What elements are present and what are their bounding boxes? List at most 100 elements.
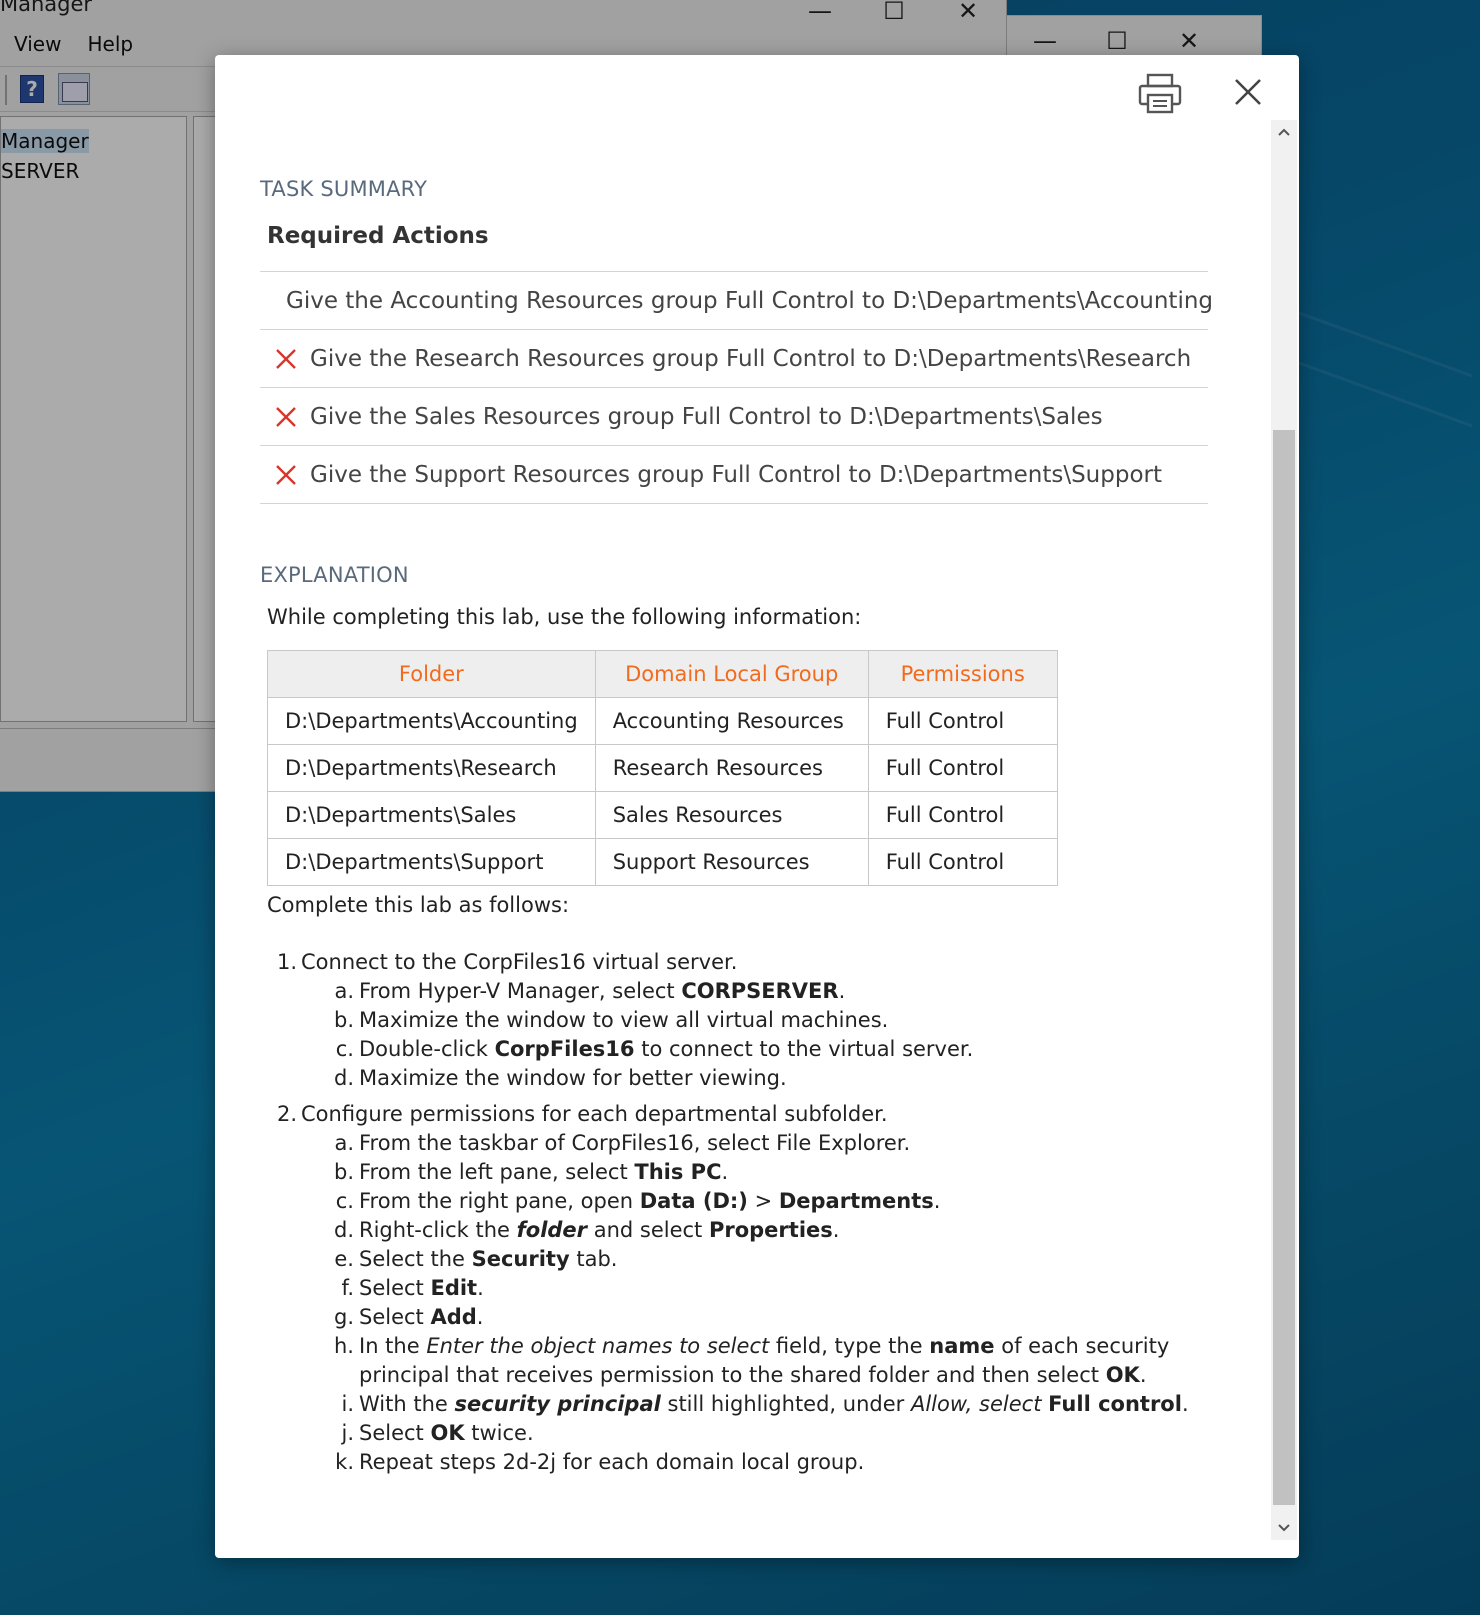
substep-text: From the taskbar of CorpFiles16, select … bbox=[359, 1131, 911, 1155]
substep: f. Select Edit. bbox=[301, 1274, 1189, 1303]
substep-bold: name bbox=[929, 1334, 995, 1358]
substep-letter: b. bbox=[334, 1008, 355, 1032]
substep-text: In the bbox=[359, 1334, 427, 1358]
substep-letter: k. bbox=[335, 1450, 354, 1474]
table-cell: Full Control bbox=[867, 838, 1058, 886]
substep: c. Double-click CorpFiles16 to connect to… bbox=[301, 1035, 1189, 1064]
substep-text: still highlighted, under bbox=[660, 1392, 911, 1416]
column-header: Domain Local Group bbox=[594, 650, 869, 698]
fail-x-icon bbox=[276, 348, 296, 369]
substep: d. Maximize the window for better viewing… bbox=[301, 1064, 1189, 1093]
action-row: Give the Support Resources group Full Co… bbox=[260, 446, 1208, 504]
substep: a. From the taskbar of CorpFiles16, selec… bbox=[301, 1129, 1189, 1158]
substep-letter: e. bbox=[334, 1247, 354, 1271]
substep-text: . bbox=[1139, 1363, 1147, 1387]
substep-italic: Allow, select bbox=[910, 1392, 1042, 1416]
substep-text: Repeat steps 2d-2j for each domain local… bbox=[359, 1450, 865, 1474]
required-actions-list: Give the Accounting Resources group Full… bbox=[260, 271, 1213, 504]
table-row: D:\Departments\Research Research Resourc… bbox=[267, 744, 1058, 792]
action-row: Give the Research Resources group Full C… bbox=[260, 330, 1208, 388]
substep-bold: Properties bbox=[708, 1218, 833, 1242]
steps-list: 1. Connect to the CorpFiles16 virtual se… bbox=[277, 948, 1189, 1477]
substep-italic: Enter the object names to select bbox=[426, 1334, 770, 1358]
substep-letter: d. bbox=[334, 1218, 355, 1242]
substep-text: . bbox=[1181, 1392, 1189, 1416]
substep-bold-italic: security principal bbox=[454, 1392, 661, 1416]
substep-text: Maximize the window for better viewing. bbox=[359, 1066, 787, 1090]
substep-letter: i. bbox=[341, 1392, 354, 1416]
substep-letter: f. bbox=[341, 1276, 354, 1300]
print-icon[interactable] bbox=[1135, 71, 1185, 117]
substep-letter: j. bbox=[341, 1421, 354, 1445]
substep-text: From the right pane, open bbox=[359, 1189, 640, 1213]
substep-bold: Edit bbox=[430, 1276, 478, 1300]
substep: a. From Hyper-V Manager, select CORPSERVE… bbox=[301, 977, 1189, 1006]
table-cell: Accounting Resources bbox=[594, 697, 869, 745]
table-cell: D:\Departments\Sales bbox=[267, 791, 596, 839]
table-cell: Full Control bbox=[867, 791, 1058, 839]
substep-text: Right-click the bbox=[359, 1218, 517, 1242]
substep: b. Maximize the window to view all virtua… bbox=[301, 1006, 1189, 1035]
table-cell: D:\Departments\Research bbox=[267, 744, 596, 792]
substep-text: . bbox=[721, 1160, 729, 1184]
info-table: Folder Domain Local Group Permissions D:… bbox=[267, 650, 1058, 886]
table-cell: Full Control bbox=[867, 744, 1058, 792]
substep-bold: Add bbox=[430, 1305, 477, 1329]
substep-text: Select bbox=[359, 1305, 431, 1329]
action-text: Give the Research Resources group Full C… bbox=[310, 345, 1192, 372]
scrollbar-thumb[interactable] bbox=[1273, 430, 1295, 1505]
substep: d. Right-click the folder and select Prop… bbox=[301, 1216, 1189, 1245]
table-header-row: Folder Domain Local Group Permissions bbox=[267, 650, 1058, 698]
explanation-heading: EXPLANATION bbox=[260, 563, 409, 587]
substep-text: . bbox=[838, 979, 846, 1003]
substep-text: Select bbox=[359, 1276, 431, 1300]
substep-bold: Full control bbox=[1048, 1392, 1182, 1416]
table-row: D:\Departments\Accounting Accounting Res… bbox=[267, 697, 1058, 745]
action-row: Give the Sales Resources group Full Cont… bbox=[260, 388, 1208, 446]
table-row: D:\Departments\Support Support Resources… bbox=[267, 838, 1058, 886]
table-cell: Full Control bbox=[867, 697, 1058, 745]
substep-letter: g. bbox=[334, 1305, 355, 1329]
fail-x-icon bbox=[276, 406, 296, 427]
step-2: 2. Configure permissions for each depart… bbox=[277, 1100, 1189, 1477]
substep-text: . bbox=[476, 1305, 484, 1329]
action-text: Give the Accounting Resources group Full… bbox=[286, 287, 1214, 314]
substep-bold: CORPSERVER bbox=[681, 979, 839, 1003]
substep-bold: OK bbox=[1105, 1363, 1140, 1387]
substep-text: Select the bbox=[359, 1247, 472, 1271]
substep-text: . bbox=[832, 1218, 840, 1242]
step-number: 1. bbox=[277, 950, 298, 974]
step-text: Configure permissions for each departmen… bbox=[301, 1102, 888, 1126]
substep: e. Select the Security tab. bbox=[301, 1245, 1189, 1274]
close-icon[interactable] bbox=[1225, 69, 1271, 115]
substep-letter: c. bbox=[335, 1189, 354, 1213]
substep-text: . bbox=[933, 1189, 941, 1213]
required-actions-title: Required Actions bbox=[267, 223, 489, 249]
substep: i. With the security principal still high… bbox=[301, 1390, 1189, 1419]
action-text: Give the Sales Resources group Full Cont… bbox=[310, 403, 1103, 430]
step-text: Connect to the CorpFiles16 virtual serve… bbox=[301, 950, 738, 974]
substep-text: twice. bbox=[464, 1421, 534, 1445]
intro-text: While completing this lab, use the follo… bbox=[267, 605, 862, 629]
substep-letter: a. bbox=[334, 1131, 354, 1155]
substep: c. From the right pane, open Data (D:) > … bbox=[301, 1187, 1189, 1216]
substep: h. In the Enter the object names to selec… bbox=[301, 1332, 1181, 1390]
substep: b. From the left pane, select This PC. bbox=[301, 1158, 1189, 1187]
substep-letter: b. bbox=[334, 1160, 355, 1184]
substep-text: tab. bbox=[569, 1247, 618, 1271]
substep: g. Select Add. bbox=[301, 1303, 1189, 1332]
fail-x-icon bbox=[276, 464, 296, 485]
substep-letter: a. bbox=[334, 979, 354, 1003]
substep-bold: This PC bbox=[634, 1160, 722, 1184]
substep-text: From the left pane, select bbox=[359, 1160, 635, 1184]
table-row: D:\Departments\Sales Sales Resources Ful… bbox=[267, 791, 1058, 839]
substep-letter: c. bbox=[335, 1037, 354, 1061]
action-text: Give the Support Resources group Full Co… bbox=[310, 461, 1162, 488]
substep-bold: Departments bbox=[778, 1189, 934, 1213]
table-cell: D:\Departments\Support bbox=[267, 838, 596, 886]
substep-text: and select bbox=[587, 1218, 709, 1242]
substep-bold: Security bbox=[471, 1247, 570, 1271]
substep-letter: d. bbox=[334, 1066, 355, 1090]
substep-bold-italic: folder bbox=[516, 1218, 588, 1242]
substep-text: Double-click bbox=[359, 1037, 495, 1061]
